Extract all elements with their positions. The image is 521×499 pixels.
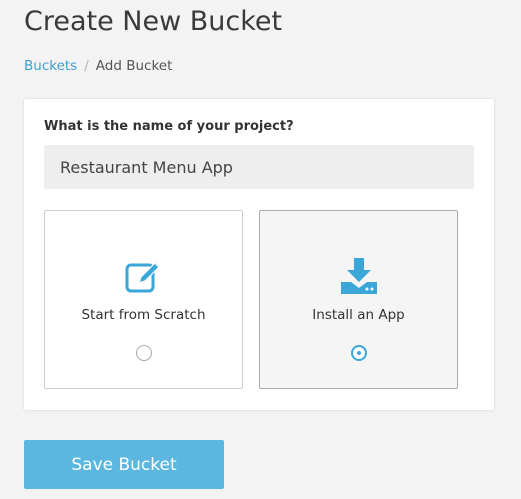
project-name-input[interactable]	[44, 145, 474, 189]
option-start-from-scratch[interactable]: Start from Scratch	[44, 210, 243, 389]
project-name-label: What is the name of your project?	[44, 119, 294, 134]
breadcrumb: Buckets / Add Bucket	[24, 57, 172, 75]
bucket-form-card: What is the name of your project? Start …	[24, 99, 494, 410]
option-label-install: Install an App	[312, 307, 405, 323]
breadcrumb-current: Add Bucket	[95, 58, 173, 74]
download-icon	[340, 258, 377, 294]
radio-install[interactable]	[350, 345, 367, 361]
option-install-app[interactable]: Install an App	[259, 210, 458, 389]
breadcrumb-link-buckets[interactable]: Buckets	[24, 58, 77, 74]
radio-scratch[interactable]	[135, 345, 152, 361]
breadcrumb-separator: /	[84, 58, 89, 74]
page-title: Create New Bucket	[24, 6, 283, 37]
edit-icon	[125, 261, 161, 293]
option-label-scratch: Start from Scratch	[81, 307, 206, 323]
save-bucket-button[interactable]: Save Bucket	[24, 440, 224, 489]
